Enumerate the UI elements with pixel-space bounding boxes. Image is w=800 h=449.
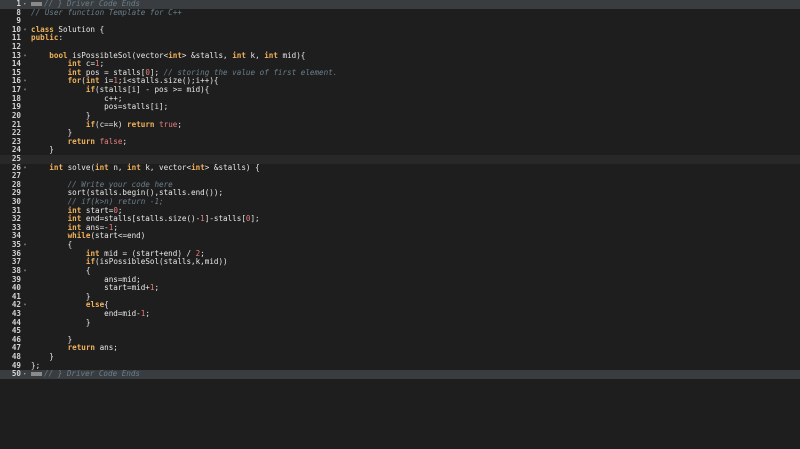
- code-line[interactable]: 32 int end=stalls[stalls.size()-1]-stall…: [0, 214, 800, 224]
- fold-open-icon[interactable]: ▾: [22, 77, 28, 86]
- code-line[interactable]: 21 if(c==k) return true;: [0, 119, 800, 130]
- code-token: n,: [108, 162, 128, 172]
- fold-open-icon[interactable]: ▾: [22, 86, 28, 95]
- code-editor[interactable]: 1 ▸// } Driver Code Ends 8// User function…: [0, 0, 800, 449]
- code-token: k, vector<: [140, 162, 192, 172]
- code-line[interactable]: 13 ▾ bool isPossibleSol(vector<int> &stal…: [0, 50, 800, 61]
- code-token: int: [95, 162, 109, 172]
- code-text: // } Driver Code Ends: [31, 369, 141, 379]
- code-line[interactable]: 26 ▾ int solve(int n, int k, vector<int> …: [0, 162, 800, 173]
- code-line[interactable]: 41 }: [0, 292, 800, 302]
- code-token: > &stalls) {: [204, 162, 260, 172]
- code-token: true: [159, 119, 178, 129]
- code-token: k,: [245, 50, 265, 60]
- code-line[interactable]: 40 start=mid+1;: [0, 283, 800, 293]
- code-token: mid){: [277, 50, 306, 60]
- fold-open-icon[interactable]: ▾: [22, 301, 28, 310]
- code-line[interactable]: 9: [0, 17, 800, 26]
- code-line[interactable]: 50 ▸ // } Driver Code Ends: [0, 369, 800, 379]
- code-text: }: [31, 317, 91, 328]
- code-token: solve(: [63, 162, 96, 172]
- collapsed-region-icon[interactable]: [31, 372, 42, 377]
- code-line[interactable]: 24 }: [0, 146, 800, 155]
- code-token: public: [31, 33, 59, 43]
- code-token: ;: [122, 136, 128, 146]
- code-token: ;: [145, 308, 150, 318]
- code-token: ];: [250, 214, 260, 224]
- fold-closed-icon[interactable]: ▸: [22, 0, 28, 9]
- code-token: ;: [177, 119, 182, 129]
- code-line[interactable]: 48 }: [0, 352, 800, 362]
- code-token: // User function Template for C++: [31, 7, 182, 17]
- code-token: }: [31, 145, 54, 155]
- code-line[interactable]: 45: [0, 327, 800, 336]
- fold-open-icon[interactable]: ▾: [22, 241, 28, 250]
- code-line[interactable]: 10 ▾ class Solution {: [0, 25, 800, 35]
- code-token: ans;: [95, 343, 118, 353]
- code-line[interactable]: 46 }: [0, 335, 800, 345]
- code-token: :: [58, 33, 64, 43]
- code-text: // User function Template for C++: [31, 7, 182, 18]
- code-text: int solve(int n, int k, vector<int> &sta…: [31, 162, 260, 173]
- code-token: (isPossibleSol(stalls,k,mid)): [95, 257, 228, 267]
- code-line[interactable]: 37 if(isPossibleSol(stalls,k,mid)): [0, 257, 800, 267]
- code-token: false: [99, 136, 123, 146]
- code-token: ]-stalls[: [204, 214, 246, 224]
- fold-closed-icon[interactable]: ▸: [22, 370, 28, 379]
- code-token: int: [264, 50, 278, 60]
- code-text: };: [31, 360, 41, 371]
- code-line[interactable]: 44 }: [0, 317, 800, 328]
- code-token: // } Driver Code Ends: [44, 369, 141, 379]
- code-token: return: [127, 119, 155, 129]
- code-line[interactable]: 8// User function Template for C++: [0, 7, 800, 18]
- code-token: (start<=end): [90, 231, 146, 241]
- fold-open-icon[interactable]: ▾: [22, 26, 28, 35]
- fold-open-icon[interactable]: ▾: [22, 164, 28, 173]
- code-token: int: [49, 162, 64, 172]
- code-line[interactable]: 23 return false;: [0, 136, 800, 147]
- code-line[interactable]: 43 end=mid-1;: [0, 308, 800, 319]
- code-token: return: [67, 343, 96, 353]
- code-token: int: [232, 50, 246, 60]
- code-token: return: [67, 136, 96, 146]
- code-line[interactable]: 34 while(start<=end): [0, 232, 800, 241]
- collapsed-region-icon[interactable]: [31, 2, 42, 6]
- line-number: 50: [11, 369, 21, 379]
- code-text: public:: [31, 34, 63, 43]
- code-token: int: [168, 50, 182, 60]
- fold-open-icon[interactable]: ▾: [22, 52, 28, 61]
- code-line[interactable]: 19 pos=stalls[i];: [0, 103, 800, 112]
- code-token: if: [85, 119, 96, 129]
- code-token: ;: [154, 283, 160, 293]
- code-token: int: [191, 162, 205, 172]
- fold-open-icon[interactable]: ▾: [22, 267, 28, 276]
- code-line[interactable]: 47 return ans;: [0, 344, 800, 353]
- code-token: int: [127, 162, 141, 172]
- code-line[interactable]: 11 public:: [0, 34, 800, 43]
- code-token: };: [31, 360, 41, 370]
- code-text: }: [31, 146, 54, 155]
- code-token: }: [31, 317, 91, 327]
- code-token: > &stalls,: [181, 50, 233, 60]
- code-token: (c==k): [95, 119, 128, 129]
